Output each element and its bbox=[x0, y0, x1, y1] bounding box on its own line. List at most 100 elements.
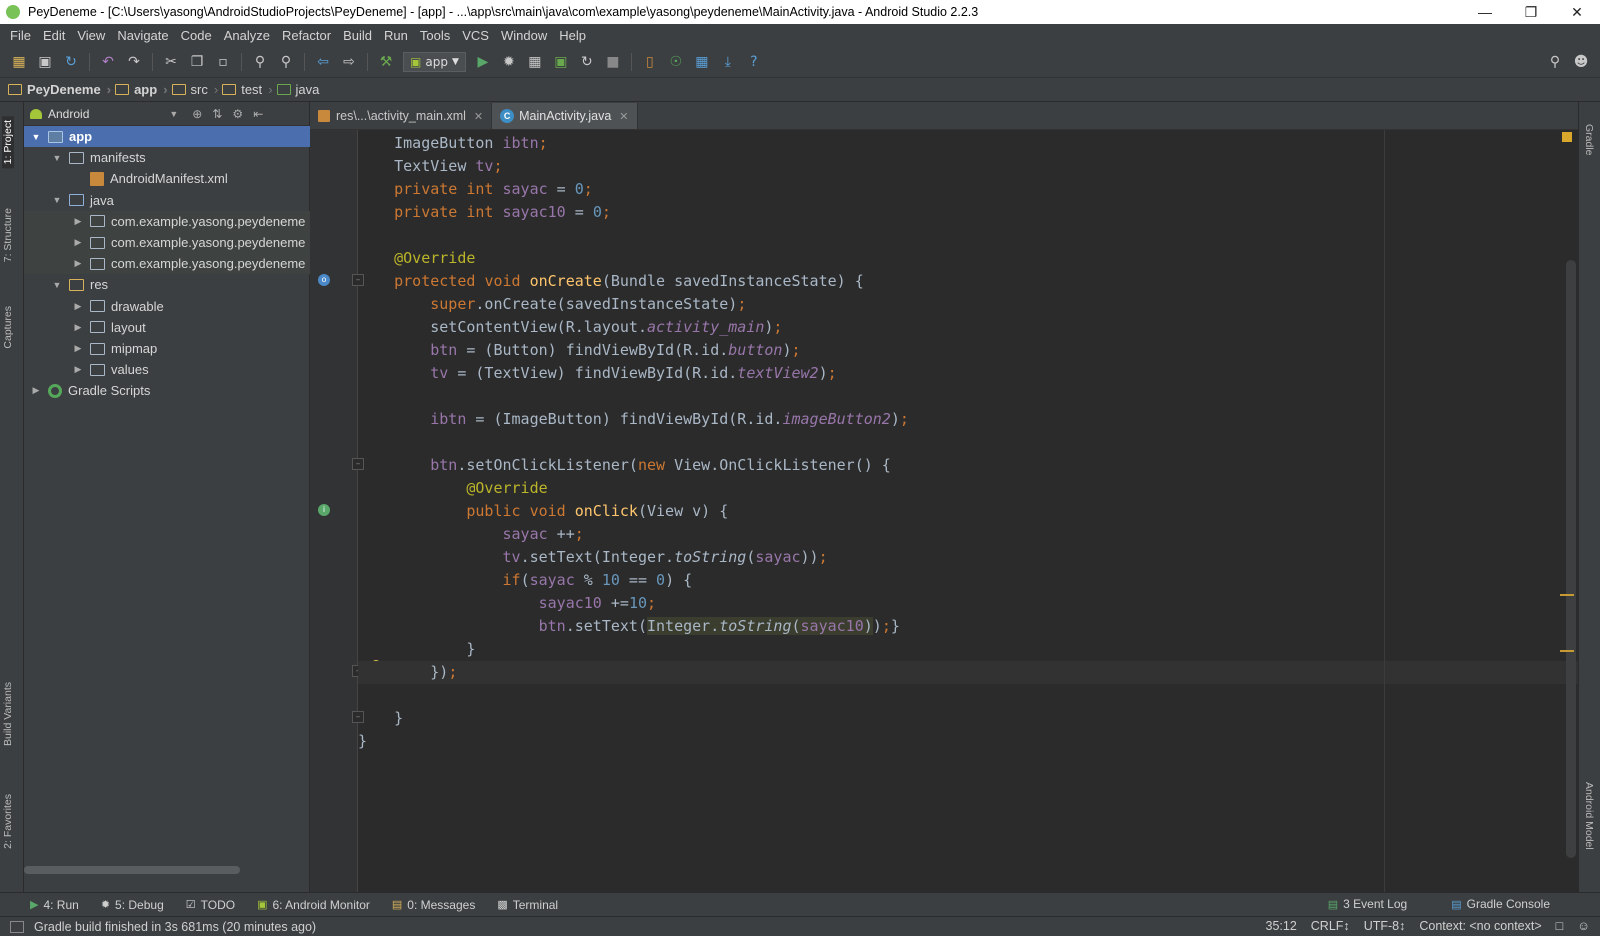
tool-tab-event-log[interactable]: ▤ 3 Event Log bbox=[1328, 897, 1407, 911]
code-line[interactable]: sayac10 +=10; bbox=[358, 592, 1578, 615]
vertical-scrollbar[interactable] bbox=[1566, 260, 1576, 858]
forward-icon[interactable]: ⇨ bbox=[338, 51, 360, 73]
code-line[interactable]: protected void onCreate(Bundle savedInst… bbox=[358, 270, 1578, 293]
tool-tab-favorites[interactable]: 2: Favorites bbox=[2, 794, 14, 849]
code-line[interactable] bbox=[358, 385, 1578, 408]
hide-panel-icon[interactable]: ⇤ bbox=[253, 107, 263, 121]
minimize-button[interactable]: — bbox=[1462, 0, 1508, 24]
tool-tab-debug[interactable]: ✹ 5: Debug bbox=[101, 898, 164, 912]
tree-item[interactable]: ▶ drawable bbox=[24, 296, 310, 317]
menu-code[interactable]: Code bbox=[175, 28, 218, 43]
tree-item[interactable]: ▶ layout bbox=[24, 317, 310, 338]
tree-item[interactable]: ▶ com.example.yasong.peydeneme bbox=[24, 253, 310, 275]
tool-tab-run[interactable]: ▶ 4: Run bbox=[30, 898, 79, 912]
menu-vcs[interactable]: VCS bbox=[456, 28, 495, 43]
copy-icon[interactable]: ❐ bbox=[186, 51, 208, 73]
tool-tab-messages[interactable]: ▤ 0: Messages bbox=[392, 898, 475, 912]
menu-view[interactable]: View bbox=[71, 28, 111, 43]
code-line[interactable]: tv = (TextView) findViewById(R.id.textVi… bbox=[358, 362, 1578, 385]
profile-icon[interactable]: ▦ bbox=[524, 51, 546, 73]
tool-tab-build-variants[interactable]: Build Variants bbox=[2, 682, 14, 746]
tool-tab-captures[interactable]: Captures bbox=[2, 306, 14, 349]
tool-tab-structure[interactable]: 7: Structure bbox=[2, 208, 14, 262]
breadcrumb-item-src[interactable]: src › bbox=[171, 82, 218, 97]
close-window-button[interactable]: ✕ bbox=[1554, 0, 1600, 24]
code-line[interactable]: btn.setText(Integer.toString(sayac10));} bbox=[358, 615, 1578, 638]
inspector-icon[interactable]: ☺ bbox=[1577, 919, 1590, 933]
gear-icon[interactable]: ⚙ bbox=[232, 107, 243, 121]
project-structure-icon[interactable]: ▦ bbox=[691, 51, 713, 73]
toggle-tool-windows-icon[interactable] bbox=[10, 920, 24, 933]
tool-tab-android-monitor[interactable]: ▣ 6: Android Monitor bbox=[257, 898, 370, 912]
horizontal-scrollbar[interactable] bbox=[24, 866, 240, 874]
sdk-manager-icon[interactable]: ⤓ bbox=[717, 51, 739, 73]
find-icon[interactable]: ⚲ bbox=[249, 51, 271, 73]
chevron-right-icon[interactable]: ▶ bbox=[72, 301, 84, 312]
chevron-right-icon[interactable]: ▶ bbox=[72, 343, 84, 354]
code-line[interactable]: ImageButton ibtn; bbox=[358, 132, 1578, 155]
redo-icon[interactable]: ↷ bbox=[123, 51, 145, 73]
code-line[interactable]: setContentView(R.layout.activity_main); bbox=[358, 316, 1578, 339]
code-line[interactable]: tv.setText(Integer.toString(sayac)); bbox=[358, 546, 1578, 569]
breadcrumb-item-project[interactable]: PeyDeneme › bbox=[8, 82, 111, 97]
make-project-icon[interactable]: ⚒ bbox=[375, 51, 397, 73]
collapse-all-icon[interactable]: ⇅ bbox=[212, 107, 222, 121]
code-line[interactable]: TextView tv; bbox=[358, 155, 1578, 178]
line-separator[interactable]: CRLF↕ bbox=[1311, 919, 1350, 933]
tool-tab-todo[interactable]: ☑ TODO bbox=[186, 898, 235, 912]
tree-item[interactable]: ▶ values bbox=[24, 359, 310, 380]
paste-icon[interactable]: ▫ bbox=[212, 51, 234, 73]
run-icon[interactable]: ▶ bbox=[472, 51, 494, 73]
code-line[interactable]: btn = (Button) findViewById(R.id.button)… bbox=[358, 339, 1578, 362]
code-line[interactable] bbox=[358, 684, 1578, 707]
code-line[interactable]: }); bbox=[358, 661, 1578, 684]
breadcrumb-item-java[interactable]: java bbox=[276, 82, 319, 97]
tree-item[interactable]: ▼ res bbox=[24, 274, 310, 295]
scroll-from-source-icon[interactable]: ⊕ bbox=[192, 107, 202, 121]
sync-icon[interactable]: ↻ bbox=[60, 51, 82, 73]
error-stripe-mark[interactable] bbox=[1560, 650, 1574, 652]
code-line[interactable]: if(sayac % 10 == 0) { bbox=[358, 569, 1578, 592]
undo-icon[interactable]: ↶ bbox=[97, 51, 119, 73]
search-everywhere-icon[interactable]: ⚲ bbox=[1544, 51, 1566, 73]
context-indicator[interactable]: Context: <no context> bbox=[1419, 919, 1541, 933]
tool-tab-terminal[interactable]: ▩ Terminal bbox=[497, 898, 558, 912]
code-line[interactable]: public void onClick(View v) { bbox=[358, 500, 1578, 523]
debug-icon[interactable]: ✹ bbox=[498, 51, 520, 73]
tool-tab-project[interactable]: 1: Project bbox=[2, 116, 14, 169]
code-line[interactable]: } bbox=[358, 730, 1578, 753]
help-icon[interactable]: ? bbox=[743, 51, 765, 73]
caret-position[interactable]: 35:12 bbox=[1266, 919, 1297, 933]
tool-tab-gradle[interactable]: Gradle bbox=[1583, 124, 1595, 156]
menu-file[interactable]: File bbox=[4, 28, 37, 43]
menu-window[interactable]: Window bbox=[495, 28, 553, 43]
lock-icon[interactable]: □ bbox=[1556, 919, 1564, 933]
tool-tab-gradle-console[interactable]: ▤ Gradle Console bbox=[1451, 897, 1550, 911]
sync-gradle-icon[interactable]: ☉ bbox=[665, 51, 687, 73]
chevron-down-icon[interactable]: ▼ bbox=[169, 109, 178, 119]
code-editor[interactable]: o i – – – – ImageButton ibtn; TextView t… bbox=[310, 130, 1578, 892]
tree-item[interactable]: ▶ Gradle Scripts bbox=[24, 380, 310, 401]
menu-help[interactable]: Help bbox=[553, 28, 592, 43]
implements-method-icon[interactable]: i bbox=[318, 504, 330, 516]
restore-button[interactable]: ❐ bbox=[1508, 0, 1554, 24]
chevron-right-icon[interactable]: ▶ bbox=[72, 216, 84, 227]
cut-icon[interactable]: ✂ bbox=[160, 51, 182, 73]
tree-item[interactable]: ▶ mipmap bbox=[24, 338, 310, 359]
code-line[interactable]: sayac ++; bbox=[358, 523, 1578, 546]
chevron-down-icon[interactable]: ▼ bbox=[51, 153, 63, 163]
breadcrumb-item-test[interactable]: test › bbox=[222, 82, 273, 97]
menu-run[interactable]: Run bbox=[378, 28, 414, 43]
code-line[interactable]: private int sayac = 0; bbox=[358, 178, 1578, 201]
apply-changes-icon[interactable]: ↻ bbox=[576, 51, 598, 73]
tree-item[interactable]: ▼ manifests bbox=[24, 147, 310, 168]
menu-analyze[interactable]: Analyze bbox=[218, 28, 276, 43]
chevron-right-icon[interactable]: ▶ bbox=[30, 385, 42, 396]
warning-marker-icon[interactable] bbox=[1562, 132, 1572, 142]
run-configuration-select[interactable]: ▣ app ▼ bbox=[403, 51, 466, 72]
menu-edit[interactable]: Edit bbox=[37, 28, 71, 43]
chevron-down-icon[interactable]: ▼ bbox=[30, 132, 42, 142]
save-icon[interactable]: ▣ bbox=[34, 51, 56, 73]
file-encoding[interactable]: UTF-8↕ bbox=[1364, 919, 1406, 933]
open-folder-icon[interactable]: ▦ bbox=[8, 51, 30, 73]
